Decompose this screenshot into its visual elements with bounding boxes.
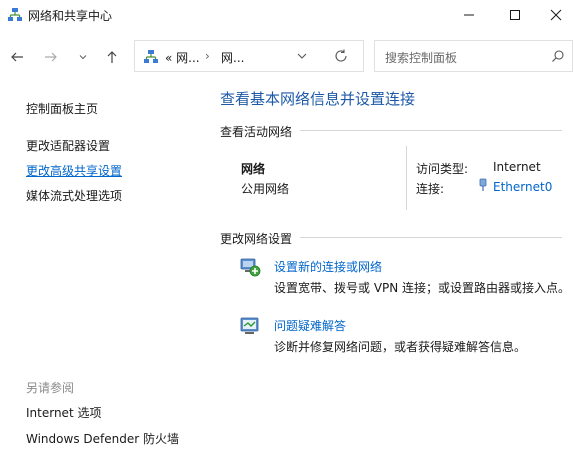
sidebar-item-firewall[interactable]: Windows Defender 防火墙 (26, 430, 179, 447)
access-type-value: Internet (493, 160, 541, 174)
refresh-icon[interactable] (333, 48, 349, 64)
sidebar-item-media-streaming[interactable]: 媒体流式处理选项 (26, 187, 122, 204)
vertical-divider (406, 146, 407, 210)
troubleshoot-icon (240, 317, 259, 334)
setup-connection-description: 设置宽带、拨号或 VPN 连接；或设置路由器或接入点。 (274, 281, 571, 295)
ethernet-connection-link[interactable]: Ethernet0 (493, 180, 552, 194)
back-button[interactable] (6, 46, 28, 68)
minimize-button[interactable] (446, 0, 492, 30)
maximize-button[interactable] (492, 0, 538, 30)
connection-label: 连接: (416, 182, 445, 196)
new-connection-icon (240, 258, 261, 277)
chevron-down-icon (79, 55, 87, 60)
forward-button[interactable] (40, 46, 62, 68)
chevron-down-icon[interactable] (295, 49, 309, 63)
ethernet-icon (479, 178, 487, 191)
up-button[interactable] (101, 46, 123, 68)
window-title: 网络和共享中心 (28, 9, 113, 23)
section-divider (300, 130, 562, 131)
title-bar: 网络和共享中心 (0, 0, 573, 30)
address-bar[interactable]: « 网... › 网... (134, 40, 364, 72)
troubleshoot-link[interactable]: 问题疑难解答 (274, 317, 346, 334)
section-divider (300, 237, 562, 238)
sidebar-item-advanced-sharing[interactable]: 更改高级共享设置 (26, 162, 122, 179)
breadcrumb-separator: › (205, 49, 210, 63)
search-input[interactable]: 搜索控制面板 (374, 40, 573, 72)
troubleshoot-description: 诊断并修复网络问题，或者获得疑难解答信息。 (274, 340, 527, 354)
setup-connection-link[interactable]: 设置新的连接或网络 (274, 258, 382, 275)
network-category: 公用网络 (241, 182, 290, 196)
sidebar-item-home[interactable]: 控制面板主页 (26, 100, 98, 117)
network-center-icon (144, 50, 158, 63)
maximize-icon (510, 10, 520, 20)
breadcrumb-segment-2[interactable]: 网... (221, 49, 244, 66)
arrow-left-icon (11, 52, 23, 62)
search-placeholder: 搜索控制面板 (385, 51, 458, 65)
sidebar-item-internet-options[interactable]: Internet 选项 (26, 404, 101, 421)
arrow-up-icon (107, 51, 117, 63)
change-settings-heading: 更改网络设置 (220, 232, 293, 246)
see-also-heading: 另请参阅 (26, 381, 75, 395)
minimize-icon (464, 14, 474, 16)
close-button[interactable] (538, 0, 573, 30)
close-icon (550, 9, 561, 21)
network-name: 网络 (241, 162, 266, 176)
recent-locations-button[interactable] (72, 46, 94, 68)
page-title: 查看基本网络信息并设置连接 (220, 90, 416, 108)
active-networks-heading: 查看活动网络 (220, 125, 293, 139)
sidebar-item-adapter-settings[interactable]: 更改适配器设置 (26, 137, 110, 154)
breadcrumb-segment-1[interactable]: « 网... (165, 49, 200, 66)
search-icon (552, 50, 564, 62)
access-type-label: 访问类型: (416, 162, 469, 176)
arrow-right-icon (45, 52, 57, 62)
network-center-icon (8, 8, 22, 21)
